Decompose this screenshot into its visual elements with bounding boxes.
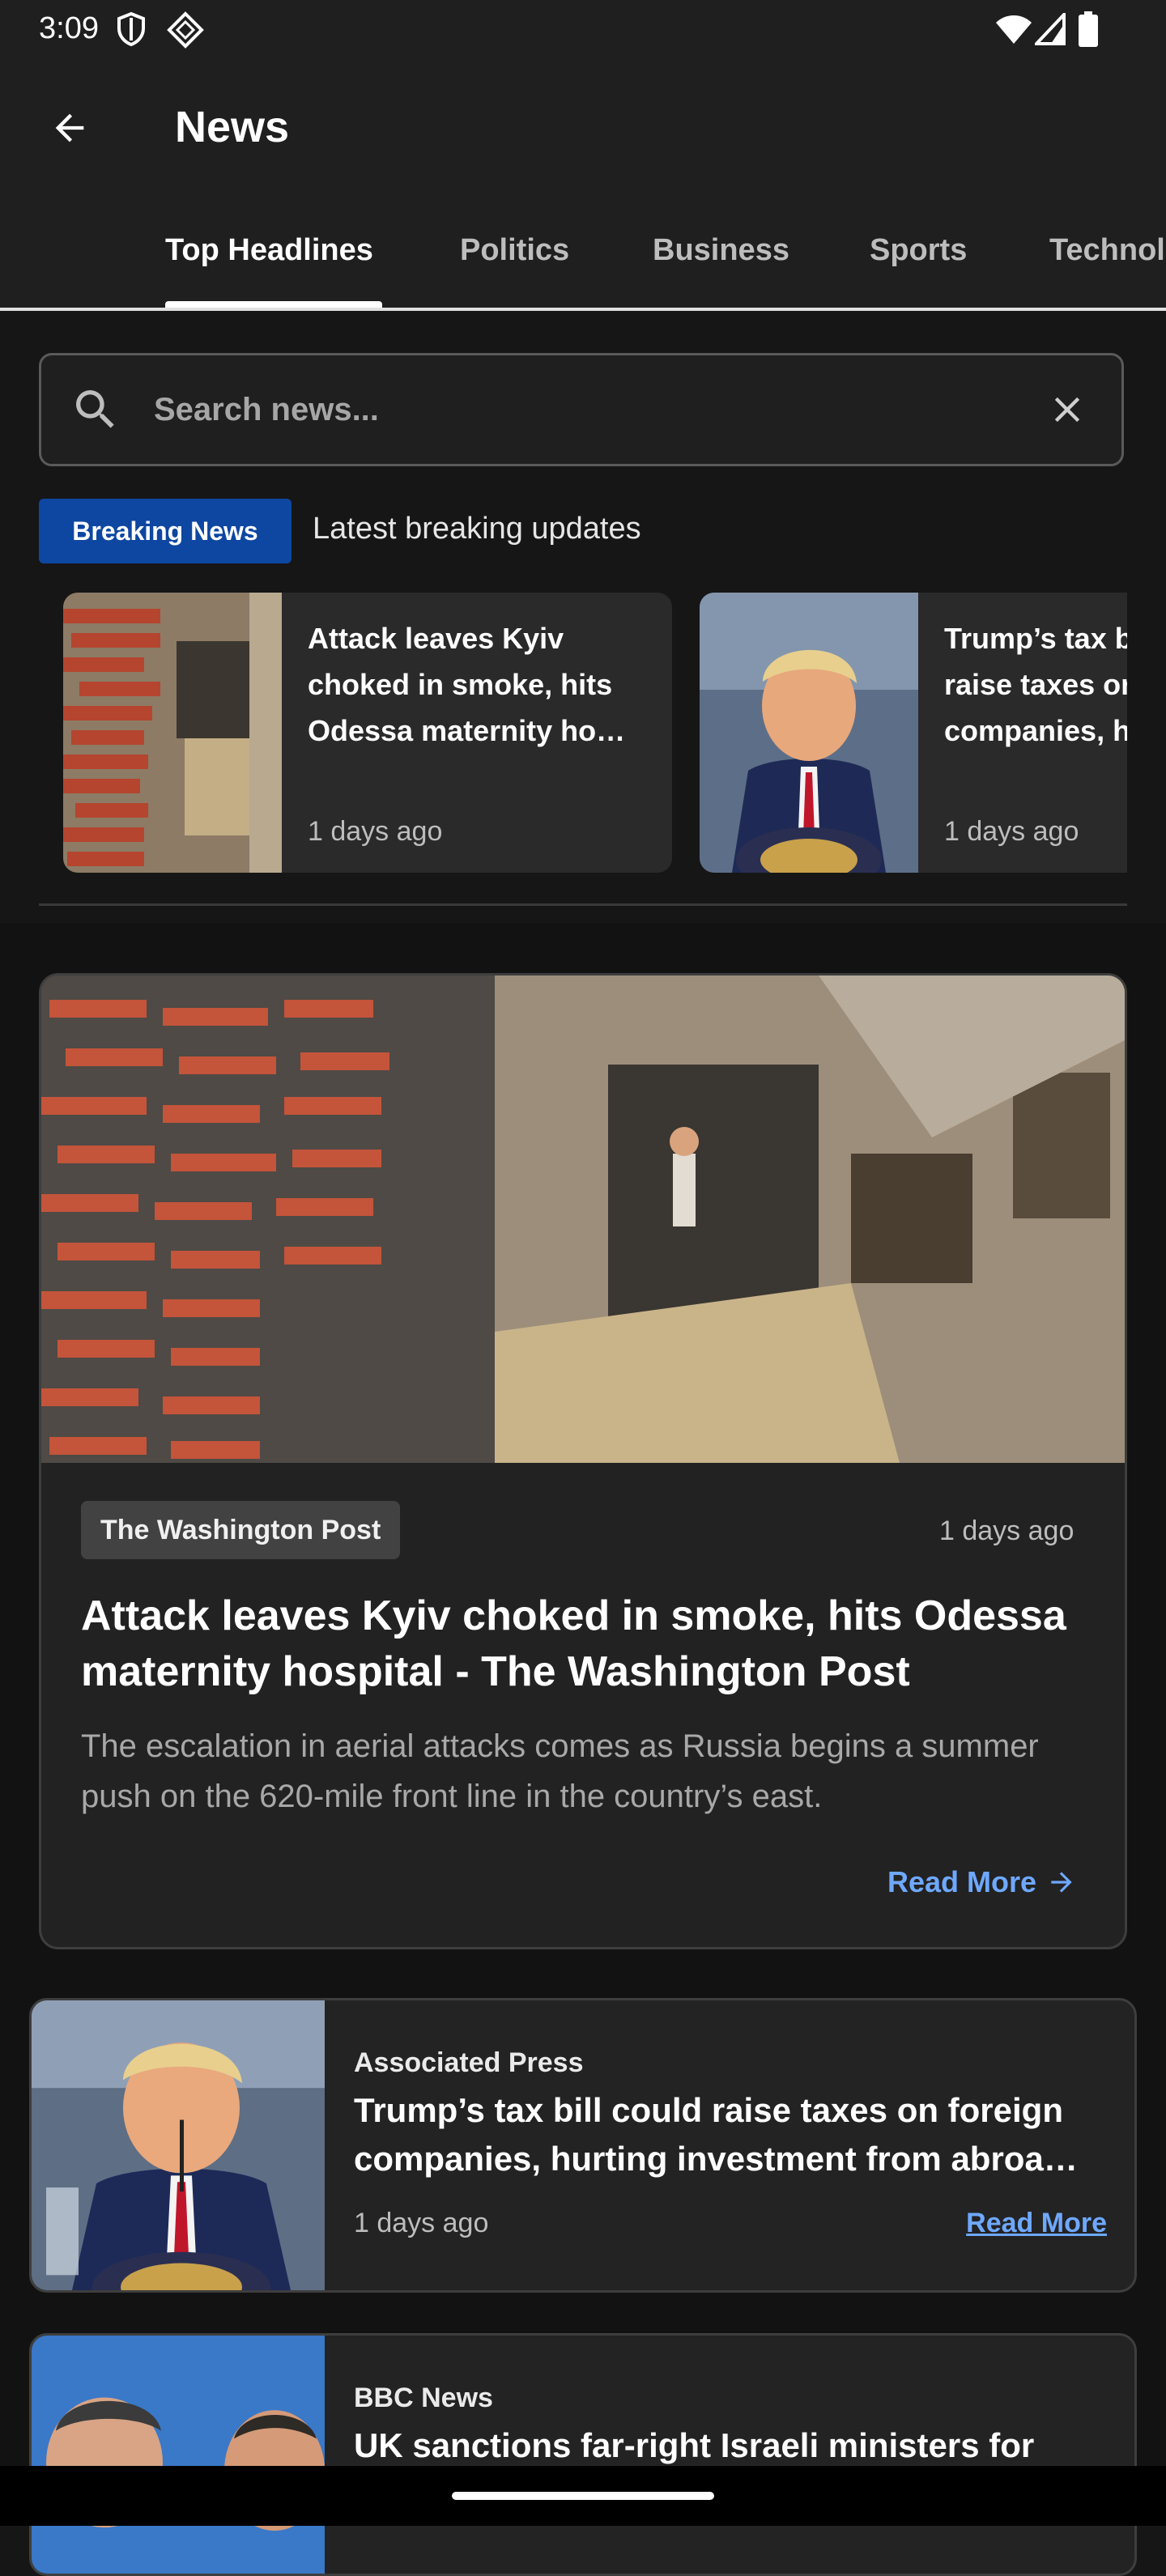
search-input[interactable]: [154, 384, 1004, 436]
breaking-description: Latest breaking updates: [313, 512, 641, 546]
tab-technology[interactable]: Technol: [1049, 233, 1165, 268]
back-button[interactable]: [32, 91, 107, 165]
article-thumbnail: [700, 593, 918, 873]
article-thumbnail: [63, 593, 282, 873]
battery-icon: [1079, 11, 1098, 47]
article-card[interactable]: Associated Press Trump’s tax bill could …: [29, 1998, 1137, 2293]
read-more-label: Read More: [887, 1865, 1037, 1898]
read-more-button[interactable]: Read More: [887, 1865, 1077, 1899]
search-icon: [76, 390, 114, 428]
tabs-divider: [0, 308, 1166, 311]
breaking-card-date: 1 days ago: [308, 816, 443, 847]
app-bar: [0, 58, 1166, 309]
tab-politics[interactable]: Politics: [460, 233, 569, 268]
article-source: Associated Press: [354, 2047, 584, 2078]
tab-business[interactable]: Business: [653, 233, 789, 268]
featured-article-title[interactable]: Attack leaves Kyiv choked in smoke, hits…: [81, 1588, 1101, 1700]
close-icon[interactable]: [1046, 389, 1088, 431]
article-thumbnail: [32, 2000, 325, 2290]
featured-article-image: [41, 976, 1125, 1463]
home-gesture-handle[interactable]: [452, 2492, 714, 2500]
article-date: 1 days ago: [354, 2208, 489, 2238]
article-title: UK sanctions far-right Israeli ministers…: [354, 2426, 1035, 2464]
tab-top-headlines[interactable]: Top Headlines: [165, 233, 373, 268]
source-badge: The Washington Post: [81, 1501, 401, 1559]
breaking-card[interactable]: Attack leaves Kyiv choked in smoke, hits…: [63, 593, 672, 873]
page-title: News: [175, 103, 290, 151]
shield-icon: [117, 11, 145, 47]
article-source: BBC News: [354, 2383, 493, 2413]
tab-sports[interactable]: Sports: [870, 233, 967, 268]
article-date: 1 days ago: [939, 1515, 1075, 1546]
back-arrow-icon: [55, 113, 84, 142]
breaking-card[interactable]: Trump’s tax bill could raise taxes on fo…: [700, 593, 1127, 873]
arrow-right-icon: [1051, 1872, 1072, 1893]
article-thumbnail: [32, 2336, 325, 2574]
breaking-card-title: Attack leaves Kyiv choked in smoke, hits…: [308, 622, 626, 747]
read-more-link[interactable]: Read More: [966, 2208, 1107, 2239]
article-title: Trump’s tax bill could raise taxes on fo…: [354, 2091, 1078, 2178]
status-time: 3:09: [39, 11, 99, 45]
breaking-carousel[interactable]: Attack leaves Kyiv choked in smoke, hits…: [63, 593, 1127, 873]
breaking-card-date: 1 days ago: [944, 816, 1079, 847]
divider: [39, 903, 1127, 906]
article-card[interactable]: BBC News UK sanctions far-right Israeli …: [29, 2333, 1137, 2576]
breaking-card-title: Trump’s tax bill could raise taxes on fo…: [944, 622, 1127, 747]
diamond-grid-icon: [167, 11, 204, 49]
featured-article-description: The escalation in aerial attacks comes a…: [81, 1728, 1039, 1814]
signal-icon: [1035, 13, 1066, 45]
breaking-news-badge: Breaking News: [39, 499, 292, 563]
wifi-icon: [996, 15, 1032, 44]
tab-indicator: [165, 301, 382, 308]
